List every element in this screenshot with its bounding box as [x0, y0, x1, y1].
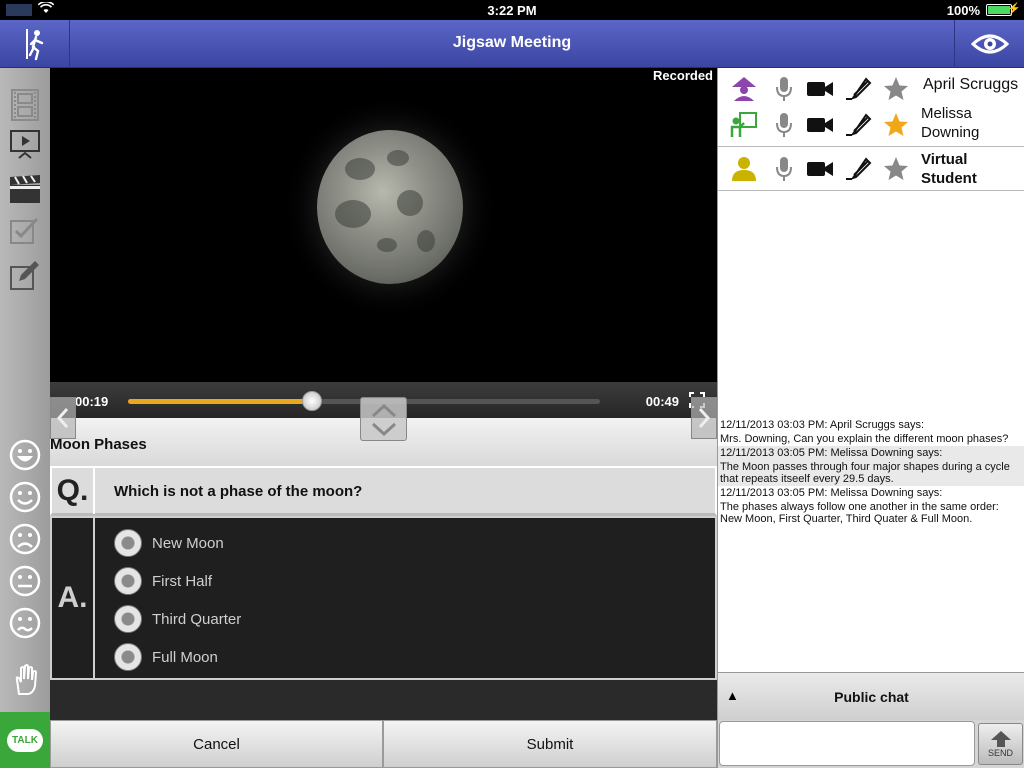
submit-button[interactable]: Submit	[383, 720, 717, 768]
recorded-label: Recorded	[653, 68, 713, 83]
charging-icon: ⚡	[1007, 3, 1021, 15]
star-icon[interactable]	[882, 75, 910, 103]
raise-hand-icon[interactable]	[9, 664, 41, 696]
participant-name: Melissa Downing	[921, 105, 980, 141]
talk-button[interactable]: TALK	[0, 712, 50, 768]
chat-message: 12/11/2013 03:05 PM: Melissa Downing say…	[718, 446, 1024, 486]
chat-message-text: Mrs. Downing, Can you explain the differ…	[720, 433, 1009, 445]
left-toolbar: TALK	[0, 68, 50, 768]
answer-option-label: Full Moon	[152, 648, 218, 666]
microphone-icon[interactable]	[770, 155, 798, 183]
send-label: SEND	[987, 748, 1013, 758]
teacher-icon	[730, 111, 758, 139]
participant-name: April Scruggs	[923, 76, 1019, 93]
title-bar: Jigsaw Meeting	[0, 20, 1024, 68]
right-panel: April Scruggs Melissa Downing Virtual St…	[717, 68, 1024, 768]
chat-message-header: 12/11/2013 03:03 PM: April Scruggs says:	[720, 419, 925, 431]
sad-emoji-icon[interactable]	[9, 523, 41, 555]
video-player[interactable]: Recorded	[50, 68, 717, 382]
chat-log: 12/11/2013 03:03 PM: April Scruggs says:…	[718, 418, 1024, 526]
participant-name: Virtual Student	[921, 151, 977, 187]
talk-label: TALK	[7, 728, 43, 752]
seek-handle[interactable]	[302, 391, 323, 411]
presenter-icon	[730, 75, 758, 103]
status-bar: 3:22 PM 100% ⚡	[0, 0, 1024, 20]
participant-row[interactable]: Melissa Downing	[718, 102, 1024, 147]
radio-button[interactable]	[114, 643, 142, 671]
send-button[interactable]: SEND	[978, 723, 1023, 765]
answer-option[interactable]: Third Quarter	[114, 604, 241, 634]
answer-option[interactable]: First Half	[114, 566, 212, 596]
radio-button[interactable]	[114, 605, 142, 633]
chat-message-header: 12/11/2013 03:05 PM: Melissa Downing say…	[720, 487, 943, 499]
chat-message-text: The phases always follow one another in …	[720, 501, 999, 525]
cancel-button[interactable]: Cancel	[50, 720, 383, 768]
moon-image	[317, 130, 463, 284]
chat-message-header: 12/11/2013 03:05 PM: Melissa Downing say…	[720, 447, 943, 459]
eye-icon	[970, 34, 1009, 54]
film-strip-icon[interactable]	[8, 88, 42, 122]
public-chat-bar[interactable]: ▲ Public chat	[718, 672, 1024, 720]
answer-option-label: First Half	[152, 572, 212, 590]
previous-arrow-button[interactable]	[50, 397, 76, 439]
view-button[interactable]	[954, 20, 1024, 68]
clapperboard-icon[interactable]	[8, 172, 42, 206]
microphone-icon[interactable]	[770, 111, 798, 139]
answer-options: A. New Moon First Half Third Quarter Ful…	[50, 516, 717, 680]
participant-row[interactable]: Virtual Student	[718, 147, 1024, 191]
answer-marker: A.	[52, 518, 95, 678]
confused-emoji-icon[interactable]	[9, 607, 41, 639]
student-icon	[730, 155, 758, 183]
star-icon[interactable]	[882, 155, 910, 183]
answer-option[interactable]: Full Moon	[114, 642, 218, 672]
collapse-toggle-button[interactable]	[360, 397, 407, 441]
edit-note-icon[interactable]	[8, 258, 42, 292]
presentation-icon[interactable]	[8, 128, 42, 162]
chat-input[interactable]	[719, 721, 975, 766]
camera-icon[interactable]	[806, 155, 834, 183]
send-arrow-icon	[990, 731, 1011, 747]
pencil-icon[interactable]	[844, 155, 872, 183]
radio-button[interactable]	[114, 567, 142, 595]
chevron-left-icon	[57, 408, 69, 428]
microphone-icon[interactable]	[770, 75, 798, 103]
next-arrow-button[interactable]	[691, 397, 717, 439]
pencil-icon[interactable]	[844, 75, 872, 103]
laughing-emoji-icon[interactable]	[9, 439, 41, 471]
public-chat-label: Public chat	[834, 689, 909, 705]
answer-option-label: New Moon	[152, 534, 224, 552]
camera-icon[interactable]	[806, 75, 834, 103]
pencil-icon[interactable]	[844, 111, 872, 139]
current-time: 00:19	[75, 394, 109, 409]
checklist-icon[interactable]	[8, 214, 42, 248]
answer-option[interactable]: New Moon	[114, 528, 224, 558]
status-time: 3:22 PM	[487, 3, 537, 18]
question-marker: Q.	[52, 468, 95, 514]
radio-button[interactable]	[114, 529, 142, 557]
page-title: Jigsaw Meeting	[452, 34, 572, 51]
battery-percent: 100%	[946, 3, 980, 18]
chat-message-text: The Moon passes through four major shape…	[720, 461, 1010, 485]
app-root: 3:22 PM 100% ⚡ Jigsaw Meeting TALK Recor…	[0, 0, 1024, 768]
quiz-spacer	[50, 680, 717, 720]
smile-emoji-icon[interactable]	[9, 481, 41, 513]
star-icon[interactable]	[882, 111, 910, 139]
camera-icon[interactable]	[806, 111, 834, 139]
answer-option-label: Third Quarter	[152, 610, 242, 628]
chevron-up-down-icon	[371, 403, 397, 437]
neutral-emoji-icon[interactable]	[9, 565, 41, 597]
seek-bar-progress	[128, 399, 313, 404]
question-row: Q. Which is not a phase of the moon?	[50, 466, 717, 516]
total-time: 00:49	[645, 394, 679, 409]
chevron-right-icon	[698, 408, 710, 428]
question-text: Which is not a phase of the moon?	[114, 483, 363, 500]
chat-message: 12/11/2013 03:05 PM: Melissa Downing say…	[718, 486, 1024, 526]
chat-message: 12/11/2013 03:03 PM: April Scruggs says:…	[718, 418, 1024, 446]
